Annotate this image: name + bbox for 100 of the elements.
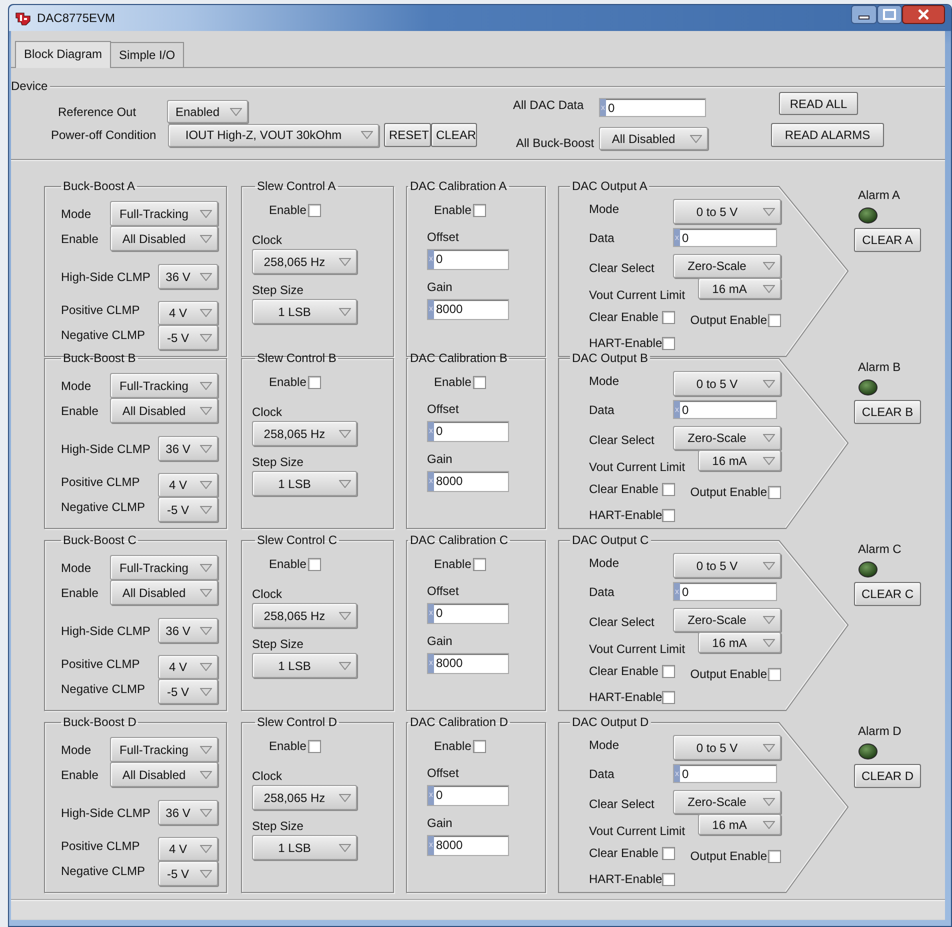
checkbox[interactable] xyxy=(308,558,322,570)
dropdown[interactable]: 36 V xyxy=(158,264,218,289)
dropdown[interactable]: 4 V xyxy=(158,473,218,497)
checkbox[interactable] xyxy=(308,376,322,388)
checkbox[interactable] xyxy=(662,846,675,860)
checkbox[interactable] xyxy=(473,376,486,388)
clear-button[interactable]: CLEAR B xyxy=(854,400,921,424)
dropdown[interactable]: 36 V xyxy=(158,800,218,825)
checkbox[interactable] xyxy=(662,690,676,704)
checkbox[interactable] xyxy=(473,558,486,570)
caret-icon xyxy=(200,588,212,596)
number-field[interactable]: x 8000 xyxy=(427,835,509,856)
field-label: Mode xyxy=(589,738,620,752)
tab[interactable]: Block Diagram xyxy=(15,41,112,68)
checkbox[interactable] xyxy=(662,336,676,350)
checkbox[interactable] xyxy=(768,486,781,498)
dropdown[interactable]: -5 V xyxy=(158,679,218,704)
dropdown[interactable]: 16 mA xyxy=(698,814,781,835)
dropdown[interactable]: -5 V xyxy=(158,497,218,522)
checkbox[interactable] xyxy=(473,204,486,216)
tab[interactable]: Simple I/O xyxy=(110,42,184,67)
field-label: Reference Out xyxy=(58,104,138,118)
dropdown[interactable]: 4 V xyxy=(158,837,218,861)
number-field[interactable]: x 8000 xyxy=(427,299,509,320)
number-field[interactable]: x 0 xyxy=(427,785,509,806)
dropdown[interactable]: 16 mA xyxy=(698,450,781,471)
clear-button[interactable]: CLEAR C xyxy=(854,582,921,606)
dropdown[interactable]: 36 V xyxy=(158,436,218,461)
dropdown[interactable]: 0 to 5 V xyxy=(673,553,781,578)
caret-icon xyxy=(763,380,775,388)
dropdown[interactable]: 258,065 Hz xyxy=(252,421,357,446)
number-field[interactable]: x 8000 xyxy=(427,471,509,492)
dropdown[interactable]: Zero-Scale xyxy=(673,790,781,814)
dropdown[interactable]: Zero-Scale xyxy=(673,608,781,632)
dropdown[interactable]: 0 to 5 V xyxy=(673,371,781,396)
close-icon[interactable] xyxy=(902,5,945,24)
dropdown[interactable]: Full-Tracking xyxy=(110,737,218,762)
checkbox[interactable] xyxy=(662,482,675,496)
clear-button[interactable]: CLEAR A xyxy=(854,228,921,252)
checkbox[interactable] xyxy=(308,740,322,752)
clear-button[interactable]: CLEAR D xyxy=(854,764,921,788)
number-field[interactable]: x 0 xyxy=(673,582,777,601)
checkbox[interactable] xyxy=(473,740,486,752)
dropdown[interactable]: Zero-Scale xyxy=(673,254,781,278)
clear-button[interactable]: CLEAR xyxy=(431,123,477,147)
number-field[interactable]: x 0 xyxy=(427,249,509,270)
dropdown[interactable]: 4 V xyxy=(158,655,218,679)
dropdown[interactable]: -5 V xyxy=(158,325,218,350)
dropdown[interactable]: 1 LSB xyxy=(252,653,357,678)
number-field[interactable]: x 0 xyxy=(673,764,777,783)
dropdown[interactable]: -5 V xyxy=(158,861,218,886)
radix-indicator: x xyxy=(428,836,434,855)
dropdown[interactable]: Enabled xyxy=(167,100,248,123)
checkbox[interactable] xyxy=(662,508,676,522)
dropdown[interactable]: All Disabled xyxy=(110,580,218,605)
checkbox[interactable] xyxy=(662,872,676,886)
dropdown[interactable]: All Disabled xyxy=(110,226,218,251)
number-field[interactable]: x 8000 xyxy=(427,653,509,674)
dropdown[interactable]: 0 to 5 V xyxy=(673,199,781,224)
dropdown[interactable]: All Disabled xyxy=(110,398,218,423)
read-alarms-button[interactable]: READ ALARMS xyxy=(771,123,884,147)
dropdown[interactable]: 1 LSB xyxy=(252,299,357,324)
field-label: All DAC Data xyxy=(513,98,585,112)
checkbox[interactable] xyxy=(768,668,781,680)
read-all-button[interactable]: READ ALL xyxy=(779,92,858,115)
checkbox[interactable] xyxy=(768,850,781,862)
caret-icon xyxy=(339,794,351,802)
field-label: Mode xyxy=(61,206,92,220)
dropdown[interactable]: 1 LSB xyxy=(252,835,357,860)
number-field[interactable]: x 0 xyxy=(427,421,509,442)
dropdown[interactable]: All Disabled xyxy=(599,127,708,150)
dropdown[interactable]: 16 mA xyxy=(698,278,781,299)
dropdown[interactable]: 0 to 5 V xyxy=(673,735,781,760)
dropdown[interactable]: 258,065 Hz xyxy=(252,249,357,274)
dropdown[interactable]: Full-Tracking xyxy=(110,201,218,226)
caret-icon xyxy=(200,688,212,696)
dropdown[interactable]: 258,065 Hz xyxy=(252,603,357,628)
checkbox[interactable] xyxy=(662,310,675,324)
checkbox[interactable] xyxy=(662,664,675,678)
dropdown[interactable]: 258,065 Hz xyxy=(252,785,357,810)
dropdown[interactable]: 4 V xyxy=(158,301,218,325)
caret-icon xyxy=(763,262,775,270)
checkbox[interactable] xyxy=(768,314,781,326)
number-field[interactable]: x 0 xyxy=(427,603,509,624)
dropdown[interactable]: 1 LSB xyxy=(252,471,357,496)
field-label: Clear Enable xyxy=(589,310,658,324)
dropdown[interactable]: 36 V xyxy=(158,618,218,643)
dropdown[interactable]: Full-Tracking xyxy=(110,373,218,398)
number-field[interactable]: x 0 xyxy=(599,98,706,117)
number-field[interactable]: x 0 xyxy=(673,228,777,247)
maximize-icon[interactable] xyxy=(877,5,902,24)
number-field[interactable]: x 0 xyxy=(673,400,777,419)
reset-button[interactable]: RESET xyxy=(384,123,431,147)
dropdown[interactable]: 16 mA xyxy=(698,632,781,653)
dropdown[interactable]: IOUT High-Z, VOUT 30kOhm xyxy=(168,124,379,146)
minimize-icon[interactable] xyxy=(851,5,877,24)
dropdown[interactable]: Zero-Scale xyxy=(673,426,781,450)
dropdown[interactable]: All Disabled xyxy=(110,762,218,787)
checkbox[interactable] xyxy=(308,204,322,216)
dropdown[interactable]: Full-Tracking xyxy=(110,555,218,580)
